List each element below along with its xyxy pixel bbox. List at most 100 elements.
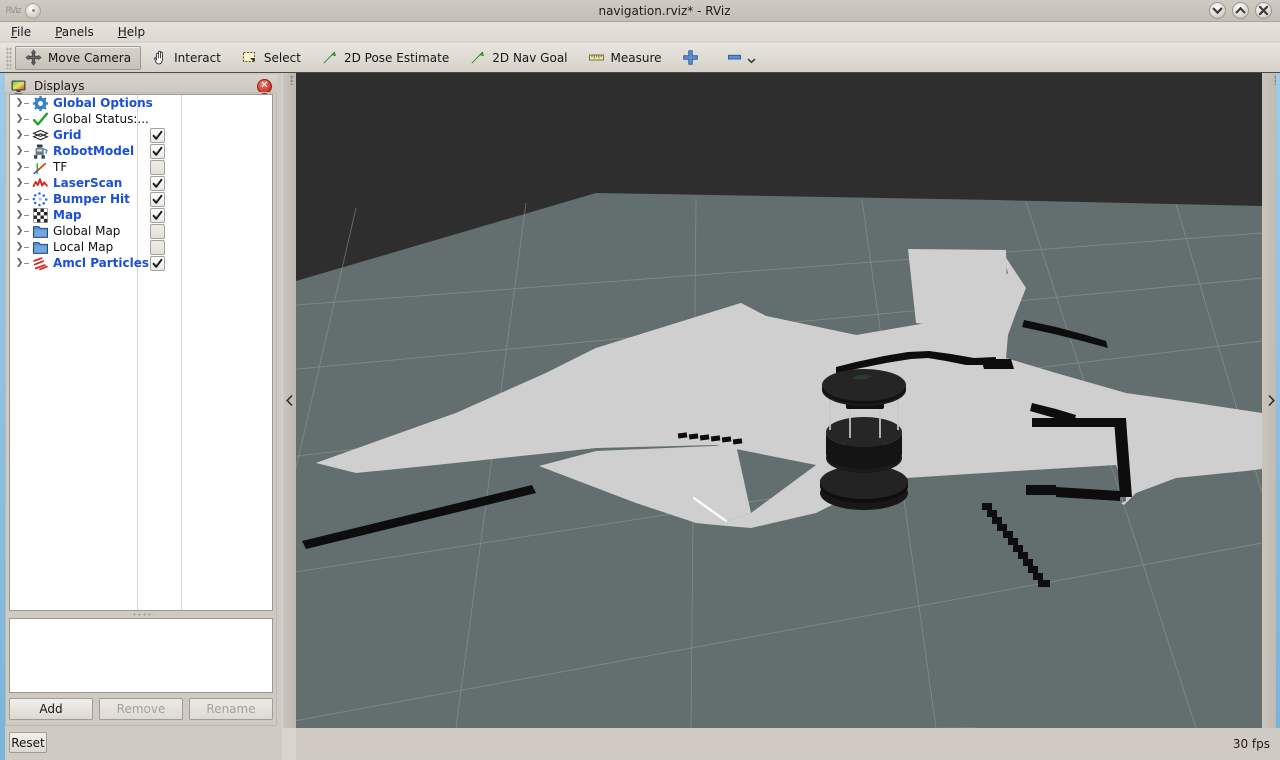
move-camera-icon — [25, 49, 42, 66]
panel-title: Displays — [34, 79, 250, 93]
tree-branch-line — [24, 127, 31, 143]
tool-interact[interactable]: Interact — [141, 46, 231, 70]
tool-measure[interactable]: Measure — [578, 46, 672, 70]
display-item-amcl-particles[interactable]: ❯Amcl Particles — [10, 255, 272, 271]
expand-arrow-icon[interactable]: ❯ — [15, 127, 24, 143]
tree-branch-line — [24, 191, 31, 207]
display-visibility-checkbox[interactable] — [150, 240, 165, 255]
tool-add-tool-button[interactable] — [672, 46, 709, 70]
tree-branch-line — [24, 255, 31, 271]
tool-remove-tool-button[interactable] — [716, 46, 766, 70]
tool-select[interactable]: Select — [231, 46, 311, 70]
display-item-global-options[interactable]: ❯ Global Options — [10, 95, 272, 111]
menu-help[interactable]: Help — [115, 24, 148, 40]
display-item-label: Global Options — [50, 96, 153, 110]
close-icon[interactable]: ✕ — [257, 79, 272, 94]
display-visibility-checkbox[interactable] — [150, 176, 165, 191]
close-button[interactable] — [1255, 2, 1272, 19]
3d-viewport[interactable] — [296, 73, 1262, 728]
expand-arrow-icon[interactable]: ❯ — [15, 175, 24, 191]
minimize-button[interactable] — [1209, 2, 1226, 19]
maximize-button[interactable] — [1232, 2, 1249, 19]
expand-arrow-icon[interactable]: ❯ — [15, 159, 24, 175]
display-item-label: RobotModel — [50, 144, 134, 158]
select-rect-icon — [241, 49, 258, 66]
display-visibility-checkbox[interactable] — [150, 160, 165, 175]
display-visibility-checkbox[interactable] — [150, 144, 165, 159]
3d-scene — [296, 73, 1262, 728]
display-item-local-map[interactable]: ❯ Local Map — [10, 239, 272, 255]
tree-branch-line — [24, 175, 31, 191]
collapse-left-handle[interactable] — [283, 73, 296, 728]
axes-icon — [31, 159, 50, 175]
window-accent-edge — [1276, 73, 1280, 728]
display-visibility-checkbox[interactable] — [150, 256, 165, 271]
display-item-global-map[interactable]: ❯ Global Map — [10, 223, 272, 239]
folder-icon — [31, 223, 50, 239]
panel-splitter-handle[interactable] — [132, 612, 154, 617]
display-item-global-status[interactable]: ❯Global Status:... — [10, 111, 272, 127]
hand-icon — [151, 49, 168, 66]
tool-label: Interact — [174, 51, 221, 65]
property-editor-panel[interactable] — [9, 618, 273, 693]
tool-2d-nav-goal[interactable]: 2D Nav Goal — [459, 46, 577, 70]
robot-icon — [31, 143, 50, 159]
menu-file[interactable]: File — [8, 24, 34, 40]
display-item-label: Global Map — [50, 224, 120, 238]
display-item-map[interactable]: ❯ Map — [10, 207, 272, 223]
tool-move-camera[interactable]: Move Camera — [15, 46, 141, 70]
display-visibility-checkbox[interactable] — [150, 224, 165, 239]
tool-2d-pose-estimate[interactable]: 2D Pose Estimate — [311, 46, 459, 70]
tree-branch-line — [24, 95, 31, 111]
green-arrow-icon — [469, 49, 486, 66]
display-item-label: Map — [50, 208, 82, 222]
add-button[interactable]: Add — [9, 698, 93, 720]
display-item-laserscan[interactable]: ❯ LaserScan — [10, 175, 272, 191]
check-icon — [31, 111, 50, 127]
rename-button[interactable]: Rename — [189, 698, 273, 720]
expand-arrow-icon[interactable]: ❯ — [15, 191, 24, 207]
display-visibility-checkbox[interactable] — [150, 128, 165, 143]
expand-arrow-icon[interactable]: ❯ — [15, 223, 24, 239]
expand-arrow-icon[interactable]: ❯ — [15, 111, 24, 127]
robot-model — [820, 369, 908, 510]
expand-arrow-icon[interactable]: ❯ — [15, 239, 24, 255]
display-item-tf[interactable]: ❯ TF — [10, 159, 272, 175]
toolbar-drag-handle[interactable] — [6, 47, 12, 69]
gear-icon — [31, 95, 50, 111]
expand-arrow-icon[interactable]: ❯ — [15, 95, 24, 111]
chevron-down-icon[interactable] — [747, 53, 756, 67]
display-visibility-checkbox[interactable] — [150, 192, 165, 207]
display-item-robotmodel[interactable]: ❯ RobotModel — [10, 143, 272, 159]
tree-branch-line — [24, 143, 31, 159]
monitor-icon — [10, 78, 27, 95]
expand-arrow-icon[interactable]: ❯ — [15, 207, 24, 223]
display-item-grid[interactable]: ❯Grid — [10, 127, 272, 143]
title-bar: RViz navigation.rviz* - RViz — [0, 0, 1280, 22]
display-item-label: Local Map — [50, 240, 113, 254]
expand-arrow-icon[interactable]: ❯ — [15, 143, 24, 159]
window-menu-button[interactable] — [25, 3, 41, 19]
tree-branch-line — [24, 159, 31, 175]
displays-button-row: Add Remove Rename — [9, 698, 273, 720]
tool-bar: Move Camera Interact Select — [0, 43, 1280, 73]
tool-label: 2D Nav Goal — [492, 51, 567, 65]
fps-indicator: 30 fps — [1233, 737, 1270, 751]
menu-panels[interactable]: Panels — [52, 24, 97, 40]
display-visibility-checkbox[interactable] — [150, 208, 165, 223]
display-item-label: TF — [50, 160, 67, 174]
folder-icon — [31, 239, 50, 255]
display-item-bumper-hit[interactable]: ❯ Bumper Hit — [10, 191, 272, 207]
remove-button[interactable]: Remove — [99, 698, 183, 720]
reset-button[interactable]: Reset — [9, 732, 47, 753]
expand-arrow-icon[interactable]: ❯ — [15, 255, 24, 271]
window-controls — [1209, 2, 1280, 19]
laserscan-icon — [31, 175, 50, 191]
displays-tree[interactable]: ❯Global Options❯Global Status:...❯Grid❯R… — [9, 94, 273, 611]
tool-label: Move Camera — [48, 51, 131, 65]
display-item-label: Bumper Hit — [50, 192, 130, 206]
green-arrow-icon — [321, 49, 338, 66]
window-title: navigation.rviz* - RViz — [120, 4, 1209, 18]
displays-panel: Displays ✕ ❯ Global Options❯Global Status… — [0, 73, 282, 760]
display-item-label: LaserScan — [50, 176, 122, 190]
